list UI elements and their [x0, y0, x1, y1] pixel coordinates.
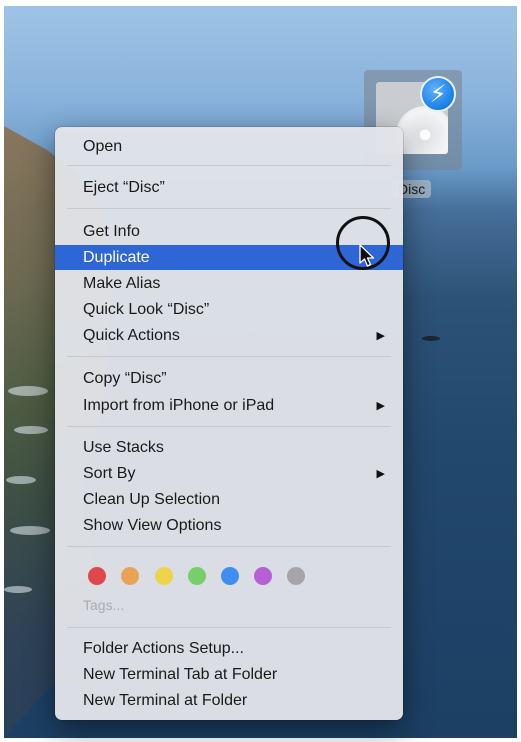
disc-icon [396, 106, 448, 154]
submenu-arrow-icon: ▶ [376, 329, 385, 342]
menu-separator [67, 627, 391, 628]
menu-item-new-terminal[interactable]: New Terminal at Folder [55, 688, 403, 713]
menu-separator [67, 546, 391, 547]
tag-gray-swatch[interactable] [287, 567, 305, 585]
surf-foam [10, 526, 50, 535]
menu-item-label: Sort By [83, 465, 136, 482]
menu-item-label: Tags... [83, 597, 125, 613]
menu-item-label: New Terminal at Folder [83, 692, 248, 709]
menu-item-copy[interactable]: Copy “Disc” [55, 366, 403, 391]
menu-item-quick-look[interactable]: Quick Look “Disc” [55, 297, 403, 322]
menu-separator [67, 356, 391, 357]
menu-item-use-stacks[interactable]: Use Stacks [55, 435, 403, 460]
menu-item-label: Open [83, 138, 123, 155]
tag-yellow-swatch[interactable] [155, 567, 173, 585]
rock [422, 336, 440, 341]
surf-foam [14, 426, 48, 434]
menu-item-sort-by[interactable]: Sort By ▶ [55, 461, 403, 486]
menu-item-label: Get Info [83, 223, 140, 240]
menu-item-tags[interactable]: Tags... [55, 593, 403, 618]
context-menu: Open Eject “Disc” Get Info Duplicate Mak… [55, 127, 403, 720]
menu-item-label: Copy “Disc” [83, 370, 167, 387]
submenu-arrow-icon: ▶ [376, 467, 385, 480]
menu-item-label: Use Stacks [83, 439, 164, 456]
lightning-bolt-icon: ⚡ [420, 76, 456, 112]
menu-item-make-alias[interactable]: Make Alias [55, 271, 403, 296]
menu-item-label: Quick Actions [83, 327, 180, 344]
tag-purple-swatch[interactable] [254, 567, 272, 585]
menu-item-label: Clean Up Selection [83, 491, 220, 508]
submenu-arrow-icon: ▶ [376, 399, 385, 412]
menu-item-label: Duplicate [83, 249, 150, 266]
menu-item-label: New Terminal Tab at Folder [83, 666, 278, 683]
surf-foam [6, 476, 36, 484]
tag-blue-swatch[interactable] [221, 567, 239, 585]
menu-item-open[interactable]: Open [55, 134, 403, 159]
menu-item-import-iphone[interactable]: Import from iPhone or iPad ▶ [55, 393, 403, 418]
menu-separator [67, 208, 391, 209]
menu-item-label: Eject “Disc” [83, 179, 165, 196]
surf-foam [4, 586, 32, 593]
menu-separator [67, 426, 391, 427]
menu-item-label: Import from iPhone or iPad [83, 397, 275, 414]
tag-orange-swatch[interactable] [121, 567, 139, 585]
tag-red-swatch[interactable] [88, 567, 106, 585]
menu-item-label: Show View Options [83, 517, 222, 534]
menu-item-folder-actions[interactable]: Folder Actions Setup... [55, 636, 403, 661]
menu-item-eject[interactable]: Eject “Disc” [55, 175, 403, 200]
mouse-pointer-icon [359, 244, 375, 267]
menu-item-clean-up[interactable]: Clean Up Selection [55, 487, 403, 512]
tag-green-swatch[interactable] [188, 567, 206, 585]
menu-item-new-terminal-tab[interactable]: New Terminal Tab at Folder [55, 662, 403, 687]
menu-item-view-options[interactable]: Show View Options [55, 513, 403, 538]
menu-item-quick-actions[interactable]: Quick Actions ▶ [55, 323, 403, 348]
menu-item-label: Folder Actions Setup... [83, 640, 244, 657]
surf-foam [8, 386, 48, 396]
menu-separator [67, 165, 391, 166]
menu-item-label: Make Alias [83, 275, 161, 292]
menu-item-label: Quick Look “Disc” [83, 301, 210, 318]
